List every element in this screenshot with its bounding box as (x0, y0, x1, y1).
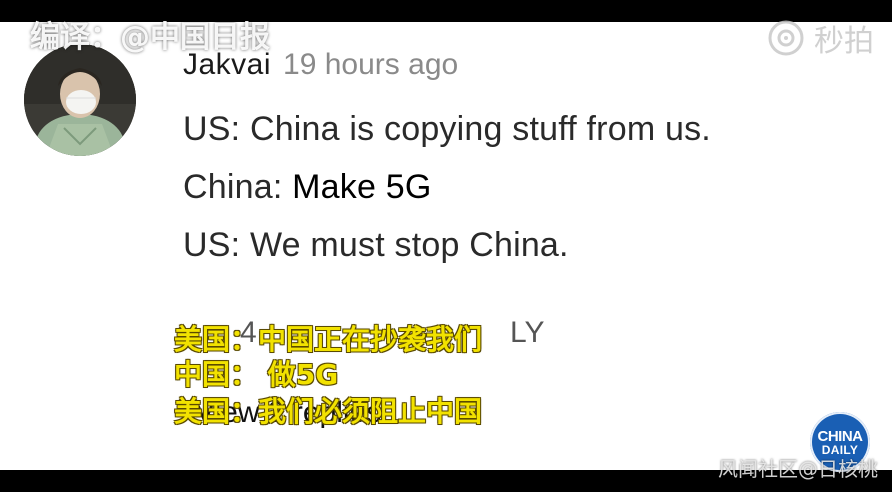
video-frame: Jakvai 19 hours ago US: China is copying… (0, 0, 892, 492)
translation-credit-watermark: 编译：@中国日报 (30, 20, 270, 55)
platform-name: 秒拍 (814, 24, 874, 59)
comment-line-text: We must stop China. (249, 226, 569, 264)
platform-logo-icon (768, 20, 804, 56)
comment-line-text: Make 5G (292, 168, 432, 206)
subtitle-line-1: 美国：中国正在抄袭我们 (174, 323, 483, 356)
badge-top-text: CHINA (817, 427, 864, 445)
user-avatar[interactable] (24, 44, 136, 156)
comment-timestamp[interactable]: 19 hours ago (283, 48, 458, 82)
platform-watermark: 秒拍 (766, 16, 874, 60)
comment-line-2: China: Make 5G (183, 168, 431, 207)
subtitle-line-2: 中国： 做5G (174, 358, 339, 391)
comment-line-1: US: China is copying stuff from us. (183, 110, 711, 149)
comment-line-prefix: US: (183, 226, 250, 264)
avatar-portrait-icon (24, 44, 136, 156)
comment-line-3: US: We must stop China. (183, 226, 569, 265)
comment-line-text: China is copying stuff from us. (249, 110, 711, 148)
community-watermark: 风闻社区@日核桃 (718, 457, 878, 481)
reply-button[interactable]: LY (510, 316, 544, 350)
comment-line-prefix: US: (183, 110, 250, 148)
subtitle-line-3: 美国：我们必须阻止中国 (174, 395, 483, 428)
comment-line-prefix: China: (183, 168, 293, 206)
